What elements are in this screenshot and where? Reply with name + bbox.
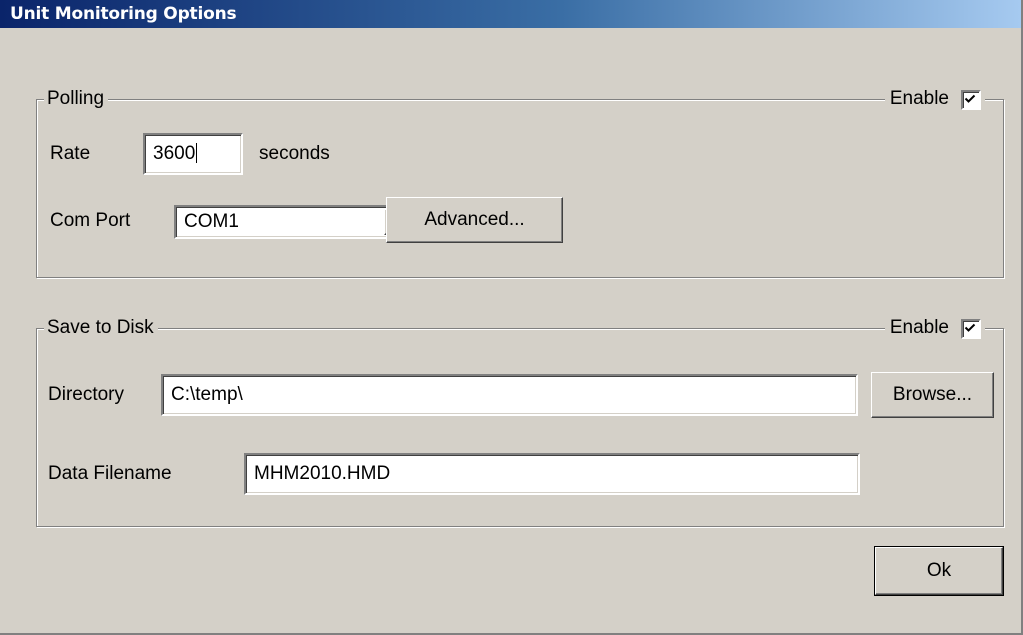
com-port-label: Com Port [50, 210, 131, 231]
advanced-button[interactable]: Advanced... [386, 197, 563, 243]
polling-legend: Polling [44, 88, 109, 110]
com-port-value: COM1 [184, 211, 239, 232]
polling-group: Polling Enable Rate 3600 seconds Com Por… [36, 88, 1004, 278]
title-bar[interactable]: Unit Monitoring Options [0, 0, 1021, 28]
save-to-disk-enable-checkbox[interactable] [961, 319, 981, 339]
window-title: Unit Monitoring Options [10, 4, 237, 24]
rate-label: Rate [50, 143, 91, 164]
save-to-disk-enable-label: Enable [889, 317, 949, 338]
directory-value: C:\temp\ [171, 384, 243, 405]
com-port-select[interactable]: COM1 [174, 205, 410, 239]
rate-unit-label: seconds [259, 143, 330, 164]
text-caret [196, 143, 198, 163]
data-filename-label: Data Filename [48, 463, 172, 484]
save-to-disk-legend: Save to Disk [44, 317, 158, 339]
data-filename-input[interactable]: MHM2010.HMD [244, 453, 860, 495]
polling-enable-control[interactable]: Enable [884, 88, 985, 110]
rate-value: 3600 [153, 143, 196, 164]
directory-label: Directory [48, 384, 125, 405]
ok-button[interactable]: Ok [874, 546, 1004, 596]
data-filename-value: MHM2010.HMD [254, 463, 391, 484]
checkmark-icon [964, 94, 976, 103]
polling-enable-checkbox[interactable] [961, 90, 981, 110]
directory-input[interactable]: C:\temp\ [161, 374, 858, 416]
rate-input[interactable]: 3600 [143, 133, 243, 175]
ok-button-label: Ok [926, 560, 952, 581]
checkmark-icon [964, 323, 976, 332]
browse-button[interactable]: Browse... [871, 372, 994, 418]
browse-button-label: Browse... [892, 384, 973, 405]
polling-enable-label: Enable [889, 88, 949, 109]
advanced-button-label: Advanced... [424, 209, 525, 230]
save-to-disk-enable-control[interactable]: Enable [884, 317, 985, 339]
unit-monitoring-options-dialog: Unit Monitoring Options Polling Enable R… [0, 0, 1023, 635]
save-to-disk-group: Save to Disk Enable Directory C:\temp\ B… [36, 317, 1004, 527]
